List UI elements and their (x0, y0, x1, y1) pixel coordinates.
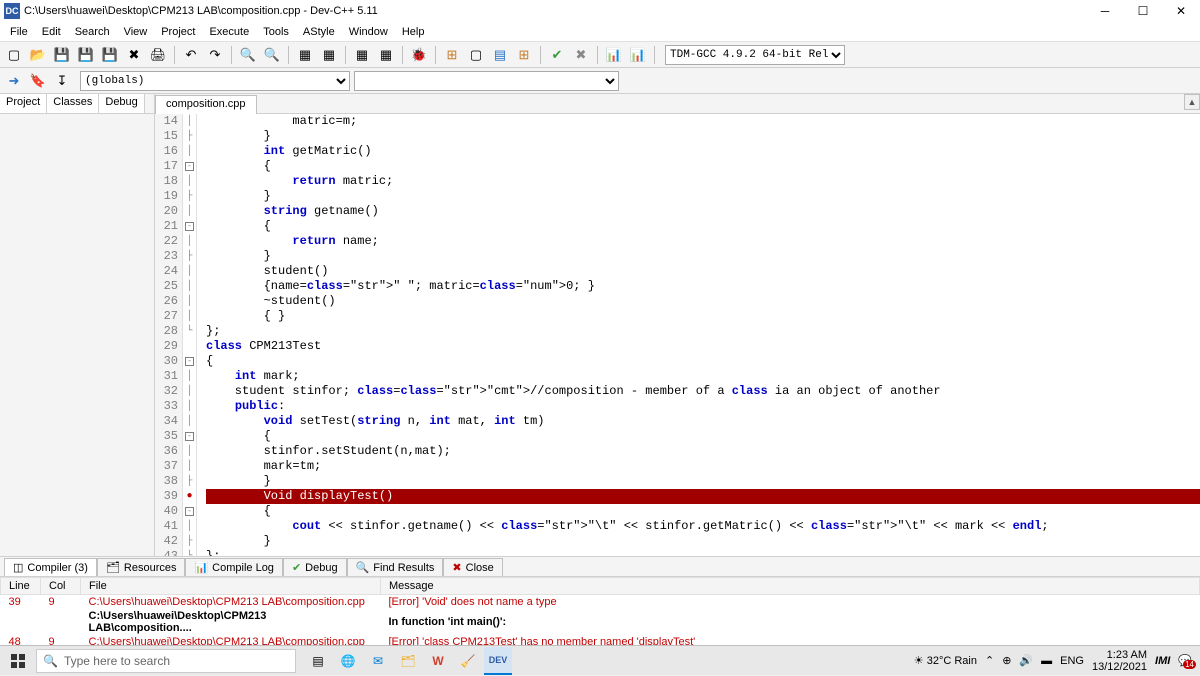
minimize-button[interactable]: ─ (1086, 0, 1124, 22)
goto-book-icon[interactable]: ↧ (52, 71, 72, 91)
code-editor[interactable]: 1415161718192021222324252627282930313233… (155, 114, 1200, 556)
col-message[interactable]: Message (381, 578, 1200, 595)
cancel-icon[interactable]: ✖ (571, 45, 591, 65)
app-edge[interactable]: 🌐 (334, 647, 362, 675)
debug-tab-icon: ✔ (292, 561, 301, 574)
menu-edit[interactable]: Edit (36, 24, 67, 40)
menu-execute[interactable]: Execute (203, 24, 255, 40)
compile-icon[interactable]: ▦ (295, 45, 315, 65)
titlebar: DC C:\Users\huawei\Desktop\CPM213 LAB\co… (0, 0, 1200, 22)
goto-icon[interactable]: ➜ (4, 71, 24, 91)
member-select[interactable] (354, 71, 619, 91)
app-mail[interactable]: ✉ (364, 647, 392, 675)
run-icon[interactable]: ▦ (319, 45, 339, 65)
tray-notifications-icon[interactable]: 💬14 (1178, 654, 1192, 667)
side-tab-debug[interactable]: Debug (99, 94, 144, 113)
grid3-icon[interactable]: ▤ (490, 45, 510, 65)
tab-compile-log[interactable]: 📊Compile Log (185, 558, 282, 576)
side-tab-classes[interactable]: Classes (47, 94, 99, 113)
tray-battery-icon[interactable]: ▬ (1041, 655, 1052, 667)
tray-wifi-icon[interactable]: ⊕ (1002, 654, 1011, 667)
grid2-icon[interactable]: ▢ (466, 45, 486, 65)
output-tabs: ◫Compiler (3) 🗂Resources 📊Compile Log ✔D… (0, 556, 1200, 576)
app-taskview[interactable]: ▤ (304, 647, 332, 675)
save-all-icon[interactable]: 💾 (76, 45, 96, 65)
compile-run-icon[interactable]: ▦ (352, 45, 372, 65)
open-icon[interactable]: 📂 (28, 45, 48, 65)
compilelog-tab-icon: 📊 (194, 561, 208, 574)
compiler-tab-icon: ◫ (13, 561, 23, 574)
maximize-button[interactable]: ☐ (1124, 0, 1162, 22)
menu-astyle[interactable]: AStyle (297, 24, 341, 40)
profile-icon[interactable]: 📊 (604, 45, 624, 65)
resources-tab-icon: 🗂 (106, 561, 120, 574)
print-icon[interactable]: 🖨 (148, 45, 168, 65)
close-button[interactable]: ✕ (1162, 0, 1200, 22)
app-devcpp[interactable]: DEV (484, 647, 512, 675)
close-tab-icon: ✖ (452, 561, 461, 574)
menu-view[interactable]: View (118, 24, 154, 40)
menu-help[interactable]: Help (396, 24, 431, 40)
redo-icon[interactable]: ↷ (205, 45, 225, 65)
weather-widget[interactable]: ☀ 32°C Rain (914, 654, 977, 667)
menu-project[interactable]: Project (155, 24, 201, 40)
side-panel: Project Classes Debug (0, 94, 155, 556)
close-file-icon[interactable]: ✖ (124, 45, 144, 65)
col-file[interactable]: File (81, 578, 381, 595)
bookmark-icon[interactable]: 🔖 (28, 71, 48, 91)
compiler-select[interactable]: TDM-GCC 4.9.2 64-bit Release (665, 45, 845, 65)
taskbar: 🔍Type here to search ▤ 🌐 ✉ 🗂 W 🧹 DEV ☀ 3… (0, 645, 1200, 675)
find-icon[interactable]: 🔍 (238, 45, 258, 65)
search-icon: 🔍 (43, 654, 58, 668)
app-icon: DC (4, 3, 20, 19)
tray-chevron-icon[interactable]: ⌃ (985, 654, 994, 667)
tab-resources[interactable]: 🗂Resources (97, 558, 186, 576)
taskbar-search[interactable]: 🔍Type here to search (36, 649, 296, 673)
tab-debug[interactable]: ✔Debug (283, 558, 347, 576)
menubar: File Edit Search View Project Execute To… (0, 22, 1200, 42)
save-icon[interactable]: 💾 (52, 45, 72, 65)
col-col[interactable]: Col (41, 578, 81, 595)
undo-icon[interactable]: ↶ (181, 45, 201, 65)
app-wps[interactable]: W (424, 647, 452, 675)
grid4-icon[interactable]: ⊞ (514, 45, 534, 65)
debug-icon[interactable]: 🐞 (409, 45, 429, 65)
menu-window[interactable]: Window (343, 24, 394, 40)
grid1-icon[interactable]: ⊞ (442, 45, 462, 65)
tab-close[interactable]: ✖Close (443, 558, 502, 576)
toolbar-navigation: ➜ 🔖 ↧ (globals) (0, 68, 1200, 94)
editor-tab[interactable]: composition.cpp (155, 95, 257, 114)
table-row[interactable]: 399C:\Users\huawei\Desktop\CPM213 LAB\co… (1, 595, 1200, 610)
rebuild-icon[interactable]: ▦ (376, 45, 396, 65)
menu-tools[interactable]: Tools (257, 24, 295, 40)
check-icon[interactable]: ✔ (547, 45, 567, 65)
tray-clock[interactable]: 1:23 AM13/12/2021 (1092, 649, 1147, 673)
find-tab-icon: 🔍 (356, 561, 370, 574)
replace-icon[interactable]: 🔍 (262, 45, 282, 65)
scroll-up-icon[interactable]: ▲ (1184, 94, 1200, 110)
tab-compiler[interactable]: ◫Compiler (3) (4, 558, 97, 576)
menu-file[interactable]: File (4, 24, 34, 40)
table-row[interactable]: C:\Users\huawei\Desktop\CPM213 LAB\compo… (1, 609, 1200, 635)
app-explorer[interactable]: 🗂 (394, 647, 422, 675)
window-title: C:\Users\huawei\Desktop\CPM213 LAB\compo… (24, 5, 1086, 17)
save-as-icon[interactable]: 💾 (100, 45, 120, 65)
tab-find-results[interactable]: 🔍Find Results (347, 558, 444, 576)
col-line[interactable]: Line (1, 578, 41, 595)
menu-search[interactable]: Search (69, 24, 116, 40)
new-file-icon[interactable]: ▢ (4, 45, 24, 65)
toolbar-main: ▢ 📂 💾 💾 💾 ✖ 🖨 ↶ ↷ 🔍 🔍 ▦ ▦ ▦ ▦ 🐞 ⊞ ▢ ▤ ⊞ … (0, 42, 1200, 68)
start-button[interactable] (0, 646, 36, 676)
side-tab-project[interactable]: Project (0, 94, 47, 113)
app-ccleaner[interactable]: 🧹 (454, 647, 482, 675)
tray-ime-icon[interactable]: IMI (1155, 655, 1170, 667)
compiler-output[interactable]: Line Col File Message 399C:\Users\huawei… (0, 576, 1200, 646)
tray-lang[interactable]: ENG (1060, 655, 1084, 667)
tray-volume-icon[interactable]: 🔊 (1019, 654, 1033, 667)
editor-area: composition.cpp 141516171819202122232425… (155, 94, 1200, 556)
scope-select[interactable]: (globals) (80, 71, 350, 91)
delete-profile-icon[interactable]: 📊 (628, 45, 648, 65)
